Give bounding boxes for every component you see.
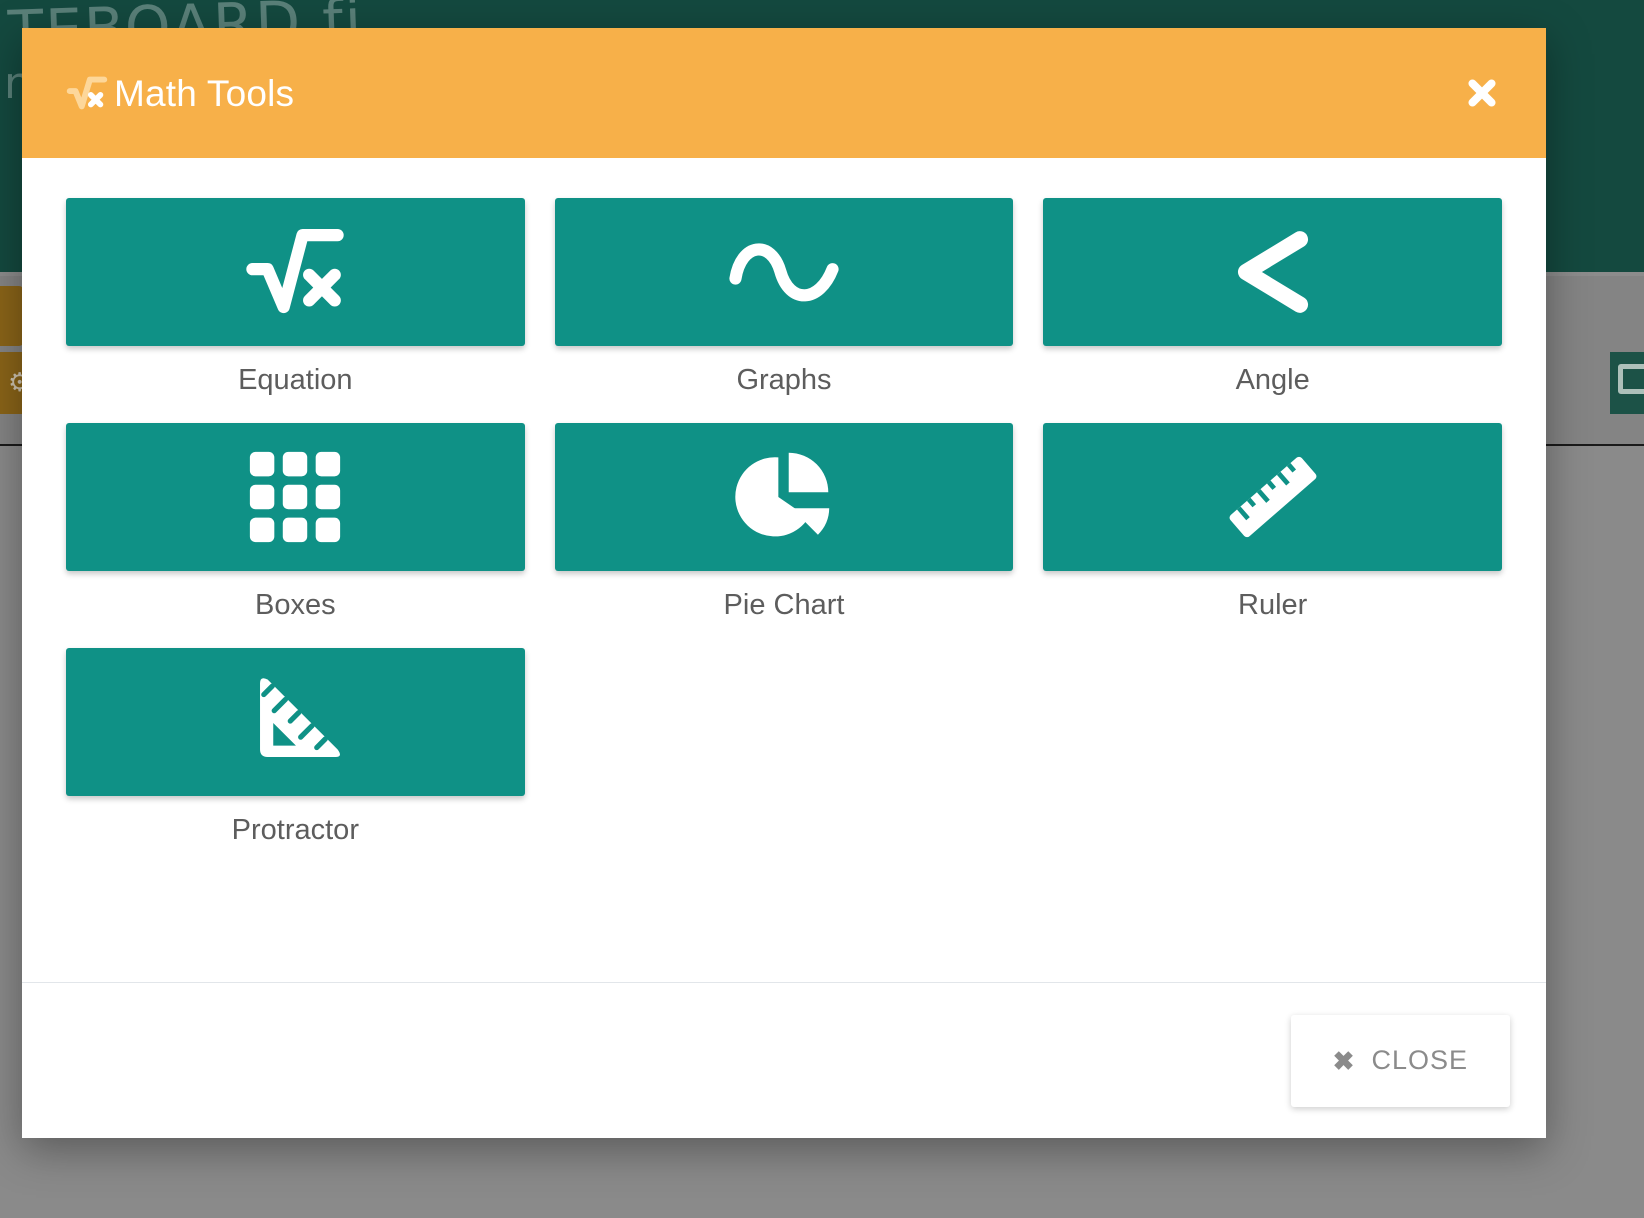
tool-cell-boxes: Boxes <box>66 423 525 620</box>
tool-cell-ruler: Ruler <box>1043 423 1502 620</box>
tool-label-protractor: Protractor <box>232 816 359 845</box>
tool-button-angle[interactable] <box>1043 198 1502 346</box>
dialog-header: Math Tools <box>22 28 1546 158</box>
background-tool-left-upper <box>0 286 24 346</box>
copy-icon <box>1618 364 1644 394</box>
tool-label-graphs: Graphs <box>736 366 831 395</box>
ruler-icon <box>1221 445 1325 549</box>
tool-label-angle: Angle <box>1236 366 1310 395</box>
sine-wave-icon <box>728 230 840 314</box>
tool-grid: Equation Graphs <box>66 198 1502 845</box>
close-button[interactable]: ✖ CLOSE <box>1291 1015 1510 1107</box>
close-x-icon <box>1465 76 1499 110</box>
dialog-body: Equation Graphs <box>22 158 1546 982</box>
close-x-icon: ✖ <box>1333 1048 1356 1074</box>
tool-label-boxes: Boxes <box>255 591 336 620</box>
tool-cell-graphs: Graphs <box>555 198 1014 395</box>
square-root-x-icon <box>64 70 110 116</box>
square-root-x-icon <box>243 220 347 324</box>
angle-less-than-icon <box>1225 224 1321 320</box>
screen: TEBOARD.fi no ✂ ⚙ <box>0 0 1644 1218</box>
grid-3x3-icon <box>248 450 342 544</box>
tool-button-boxes[interactable] <box>66 423 525 571</box>
tool-label-ruler: Ruler <box>1238 591 1307 620</box>
tool-label-equation: Equation <box>238 366 353 395</box>
dialog-title: Math Tools <box>114 75 294 112</box>
tool-cell-pie-chart: Pie Chart <box>555 423 1014 620</box>
tool-label-pie-chart: Pie Chart <box>724 591 845 620</box>
dialog-footer: ✖ CLOSE <box>22 982 1546 1138</box>
tool-cell-angle: Angle <box>1043 198 1502 395</box>
tool-button-graphs[interactable] <box>555 198 1014 346</box>
tool-button-pie-chart[interactable] <box>555 423 1014 571</box>
tool-cell-equation: Equation <box>66 198 525 395</box>
tool-button-ruler[interactable] <box>1043 423 1502 571</box>
tool-button-protractor[interactable] <box>66 648 525 796</box>
dialog-header-left: Math Tools <box>64 70 294 116</box>
pie-chart-icon <box>735 448 833 546</box>
protractor-triangle-icon <box>243 670 347 774</box>
close-button-label: CLOSE <box>1371 1045 1468 1076</box>
tool-cell-protractor: Protractor <box>66 648 525 845</box>
dialog-close-icon-button[interactable] <box>1462 73 1502 113</box>
math-tools-dialog: Math Tools <box>22 28 1546 1138</box>
tool-button-equation[interactable] <box>66 198 525 346</box>
